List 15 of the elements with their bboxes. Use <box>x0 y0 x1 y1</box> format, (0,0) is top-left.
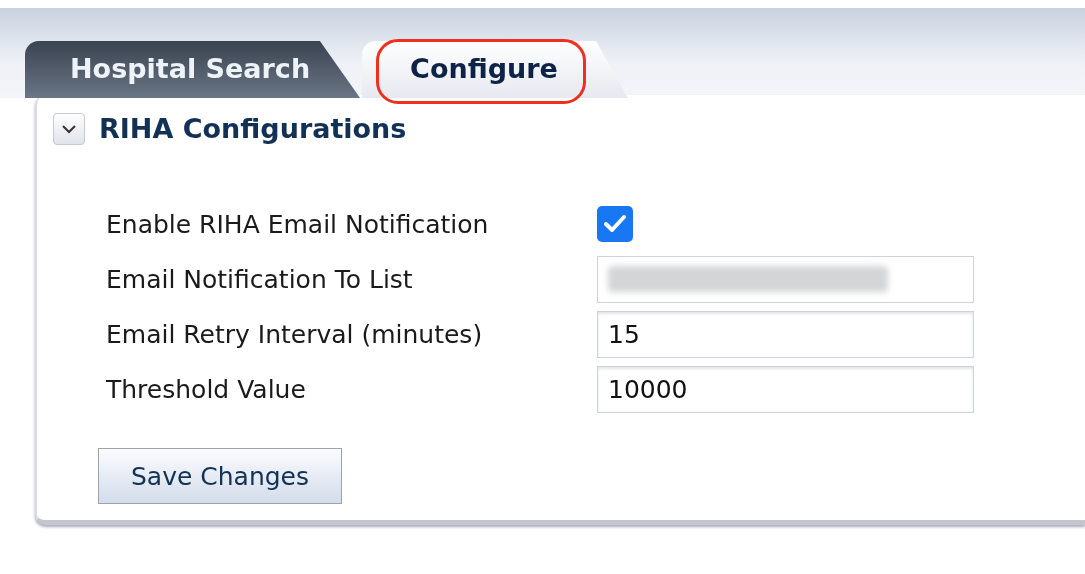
save-button[interactable]: Save Changes <box>98 448 342 505</box>
input-field[interactable]: 10000 <box>597 365 974 413</box>
section-title: RIHA Configurations <box>99 113 407 146</box>
field-label: Email Retry Interval (minutes) <box>106 318 484 351</box>
field-label: Enable RIHA Email Notification <box>106 208 490 241</box>
chevron-down-icon <box>61 124 77 135</box>
tab[interactable]: Configure <box>362 41 628 98</box>
field-label: Email Notification To List <box>106 263 414 296</box>
checkmark-icon <box>603 214 627 235</box>
tab[interactable]: Hospital Search <box>25 41 361 98</box>
field-label: Threshold Value <box>106 373 307 406</box>
input-field[interactable]: 15 <box>597 310 974 358</box>
collapse-toggle[interactable] <box>53 113 85 146</box>
input-field[interactable] <box>597 255 974 303</box>
checkbox[interactable] <box>597 206 633 243</box>
